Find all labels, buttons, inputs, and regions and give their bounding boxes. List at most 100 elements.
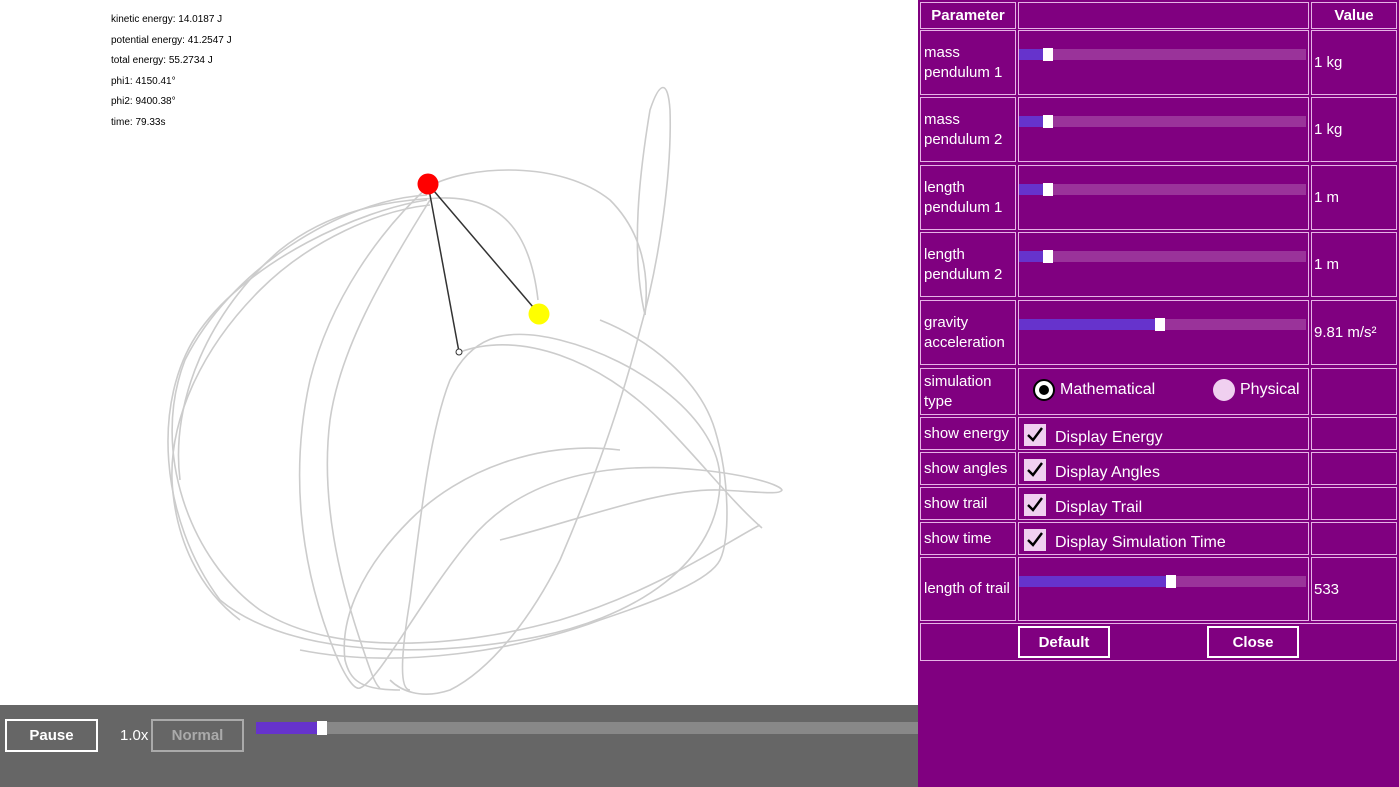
speed-slider-thumb[interactable] xyxy=(317,721,328,735)
radio-mathematical-indicator[interactable] xyxy=(1033,379,1055,401)
toggle-label-1: show angles xyxy=(920,452,1016,485)
param-value-1: 1 kg xyxy=(1311,97,1397,162)
settings-panel: Parameter Value mass pendulum 1 1 kg mas… xyxy=(918,0,1399,787)
toggle-control-3: Display Simulation Time xyxy=(1018,522,1309,555)
radio-mathematical[interactable]: Mathematical xyxy=(1033,379,1155,401)
toggle-checkbox-row-2[interactable]: Display Trail xyxy=(1024,492,1142,516)
param-value-3: 1 m xyxy=(1311,232,1397,297)
toggle-label-3: show time xyxy=(920,522,1016,555)
param-slider-3[interactable] xyxy=(1019,250,1306,263)
param-value-0: 1 kg xyxy=(1311,30,1397,95)
playback-bar: Pause 1.0x Normal xyxy=(0,705,918,787)
normal-speed-button[interactable]: Normal xyxy=(151,719,244,752)
simulation-type-value xyxy=(1311,368,1397,415)
param-slider-track xyxy=(1019,49,1306,60)
control-header xyxy=(1018,2,1309,29)
parameter-header: Parameter xyxy=(920,2,1016,29)
param-slider-thumb[interactable] xyxy=(1042,183,1053,196)
param-slider-fill xyxy=(1019,319,1160,330)
param-value-2: 1 m xyxy=(1311,165,1397,230)
toggle-label-2: show trail xyxy=(920,487,1016,520)
radio-physical-label: Physical xyxy=(1240,381,1300,398)
trail-length-slider-fill xyxy=(1019,576,1172,587)
param-slider-4[interactable] xyxy=(1019,318,1306,331)
pivot-point xyxy=(455,348,463,356)
checkmark-icon xyxy=(1026,531,1044,549)
speed-slider[interactable] xyxy=(256,721,918,735)
pause-button[interactable]: Pause xyxy=(5,719,98,752)
pendulum-2-bob[interactable] xyxy=(528,303,550,325)
trail-length-slider[interactable] xyxy=(1019,575,1306,588)
checkmark-icon xyxy=(1026,496,1044,514)
toggle-label-0: show energy xyxy=(920,417,1016,450)
param-label-4: gravity acceleration xyxy=(920,300,1016,365)
checkbox-text: Display Trail xyxy=(1055,499,1143,516)
checkmark-icon xyxy=(1026,461,1044,479)
param-slider-track xyxy=(1019,184,1306,195)
param-control-3 xyxy=(1018,232,1309,297)
param-slider-thumb[interactable] xyxy=(1042,115,1053,128)
checkbox-text: Display Simulation Time xyxy=(1055,534,1226,551)
checkbox[interactable] xyxy=(1024,529,1046,551)
pendulum-trail xyxy=(167,86,783,695)
radio-physical-indicator[interactable] xyxy=(1213,379,1235,401)
param-label-0: mass pendulum 1 xyxy=(920,30,1016,95)
checkbox[interactable] xyxy=(1024,424,1046,446)
param-slider-0[interactable] xyxy=(1019,48,1306,61)
param-label-3: length pendulum 2 xyxy=(920,232,1016,297)
toggle-control-0: Display Energy xyxy=(1018,417,1309,450)
rod-2 xyxy=(427,183,540,315)
param-control-4 xyxy=(1018,300,1309,365)
simulation-type-label: simulation type xyxy=(920,368,1016,415)
checkbox-text: Display Energy xyxy=(1055,429,1163,446)
pendulum-system xyxy=(417,173,550,356)
checkmark-icon xyxy=(1026,426,1044,444)
param-label-2: length pendulum 1 xyxy=(920,165,1016,230)
toggle-checkbox-row-3[interactable]: Display Simulation Time xyxy=(1024,527,1226,551)
param-slider-track xyxy=(1019,251,1306,262)
checkbox[interactable] xyxy=(1024,459,1046,481)
readout-panel: kinetic energy: 14.0187 J potential ener… xyxy=(111,13,232,136)
toggle-checkbox-row-0[interactable]: Display Energy xyxy=(1024,422,1163,446)
speed-value: 1.0x xyxy=(120,727,149,744)
trail-length-value: 533 xyxy=(1311,557,1397,621)
time-readout: time: 79.33s xyxy=(111,116,166,128)
param-control-1 xyxy=(1018,97,1309,162)
trail-length-label: length of trail xyxy=(920,557,1016,621)
toggle-checkbox-row-1[interactable]: Display Angles xyxy=(1024,457,1160,481)
trail-length-control xyxy=(1018,557,1309,621)
checkbox-text: Display Angles xyxy=(1055,464,1160,481)
toggle-control-1: Display Angles xyxy=(1018,452,1309,485)
radio-mathematical-label: Mathematical xyxy=(1060,381,1156,398)
param-slider-thumb[interactable] xyxy=(1042,250,1053,263)
default-button[interactable]: Default xyxy=(1018,626,1110,658)
toggle-value-0 xyxy=(1311,417,1397,450)
param-slider-thumb[interactable] xyxy=(1154,318,1165,331)
trail-length-slider-thumb[interactable] xyxy=(1166,575,1177,588)
value-header: Value xyxy=(1311,2,1397,29)
param-value-4: 9.81 m/s² xyxy=(1311,300,1397,365)
param-slider-track xyxy=(1019,116,1306,127)
kinetic-energy-readout: kinetic energy: 14.0187 J xyxy=(111,14,223,25)
simulation-canvas[interactable]: kinetic energy: 14.0187 J potential ener… xyxy=(0,0,918,705)
param-slider-thumb[interactable] xyxy=(1042,48,1053,61)
close-button[interactable]: Close xyxy=(1207,626,1299,658)
speed-slider-fill xyxy=(256,722,323,734)
radio-physical[interactable]: Physical xyxy=(1213,379,1300,401)
toggle-value-3 xyxy=(1311,522,1397,555)
rod-1 xyxy=(427,183,460,353)
phi1-readout: phi1: 4150.41° xyxy=(111,75,176,87)
param-slider-1[interactable] xyxy=(1019,115,1306,128)
simulation-type-control: Mathematical Physical xyxy=(1018,368,1309,415)
phi2-readout: phi2: 9400.38° xyxy=(111,96,176,107)
toggle-value-1 xyxy=(1311,452,1397,485)
panel-footer: Default Close xyxy=(920,623,1397,661)
param-control-0 xyxy=(1018,30,1309,95)
potential-energy-readout: potential energy: 41.2547 J xyxy=(111,34,232,46)
param-slider-2[interactable] xyxy=(1019,183,1306,196)
checkbox[interactable] xyxy=(1024,494,1046,516)
pendulum-1-bob[interactable] xyxy=(417,173,439,195)
speed-slider-track xyxy=(256,722,918,734)
param-label-1: mass pendulum 2 xyxy=(920,97,1016,162)
param-control-2 xyxy=(1018,165,1309,230)
